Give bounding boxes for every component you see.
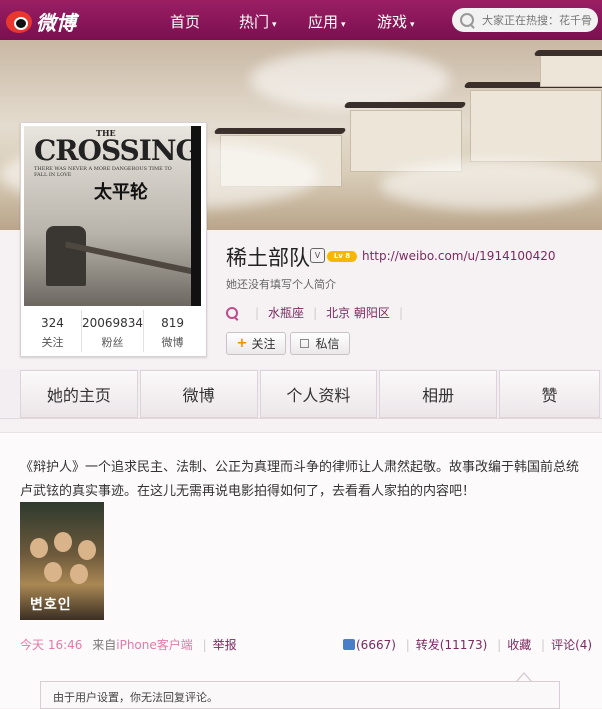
user-bio: 她还没有填写个人简介 (226, 278, 336, 291)
location-link[interactable]: 北京 朝阳区 (326, 304, 390, 321)
report-link[interactable]: 举报 (213, 638, 237, 652)
profile-tabs: 她的主页 微博 个人资料 相册 赞 (0, 369, 602, 419)
tab-profile-info[interactable]: 个人资料 (259, 370, 378, 418)
nav-games[interactable]: 游戏 ▾ (377, 11, 415, 32)
tab-likes[interactable]: 赞 (499, 370, 600, 418)
user-name: 稀土部队 (226, 246, 310, 270)
stat-posts[interactable]: 819 微博 (144, 310, 201, 352)
comment-notice: 由于用户设置，你无法回复评论。 (40, 681, 560, 709)
tab-home[interactable]: 她的主页 (20, 370, 138, 418)
chevron-down-icon: ▾ (341, 20, 346, 30)
comment-button[interactable]: 评论(4) (551, 638, 592, 652)
post-actions: (6667) | 转发(11173) | 收藏 | 评论(4) (343, 636, 592, 653)
level-badge[interactable]: Lv 8 (327, 251, 357, 262)
plus-icon: + (236, 336, 248, 351)
user-meta: | 水瓶座 | 北京 朝阳区 | (226, 304, 412, 321)
profile-card: THE CROSSING THERE WAS NEVER A MORE DANG… (20, 122, 207, 357)
nav-hot[interactable]: 热门 ▾ (239, 11, 277, 32)
post-text: 《辩护人》一个追求民主、法制、公正为真理而斗争的律师让人肃然起敬。故事改编于韩国… (20, 460, 580, 499)
follow-button[interactable]: + 关注 (226, 332, 286, 355)
chevron-down-icon: ▾ (410, 20, 415, 30)
post-image[interactable]: 변호인 (20, 502, 104, 620)
repost-button[interactable]: 转发(11173) (416, 638, 488, 652)
profile-stats: 324 关注 20069834 粉丝 819 微博 (24, 310, 201, 352)
stat-following[interactable]: 324 关注 (24, 310, 82, 352)
search-input[interactable] (480, 12, 598, 28)
weibo-logo[interactable]: 微博 (6, 7, 76, 36)
top-nav: 微博 首页 热门 ▾ 应用 ▾ 游戏 ▾ (0, 0, 602, 40)
search-box[interactable] (452, 8, 598, 32)
weibo-eye-icon (6, 10, 32, 33)
chevron-down-icon: ▾ (272, 20, 277, 30)
stat-followers[interactable]: 20069834 粉丝 (82, 310, 145, 352)
favorite-button[interactable]: 收藏 (507, 638, 531, 652)
tab-album[interactable]: 相册 (379, 370, 498, 418)
thumbs-up-icon (343, 639, 355, 650)
tab-weibo[interactable]: 微博 (139, 370, 258, 418)
zodiac-link[interactable]: 水瓶座 (268, 304, 304, 321)
nav-apps[interactable]: 应用 ▾ (308, 11, 346, 32)
profile-url-link[interactable]: http://weibo.com/u/1914100420 (362, 249, 556, 263)
avatar[interactable]: THE CROSSING THERE WAS NEVER A MORE DANG… (24, 126, 201, 306)
post-meta: 今天 16:46 来自iPhone客户端 | 举报 (20, 638, 237, 652)
post-time[interactable]: 今天 16:46 (20, 638, 82, 652)
message-icon (300, 339, 310, 348)
post-source[interactable]: iPhone客户端 (116, 638, 193, 652)
brand-name: 微博 (36, 11, 76, 35)
comment-pointer (516, 672, 532, 682)
like-button[interactable]: (6667) (343, 638, 396, 652)
nav-home[interactable]: 首页 (170, 11, 200, 32)
search-icon[interactable] (460, 13, 474, 27)
location-search-icon (226, 306, 238, 319)
vip-badge-icon[interactable]: V (310, 248, 325, 263)
message-button[interactable]: 私信 (290, 332, 350, 355)
